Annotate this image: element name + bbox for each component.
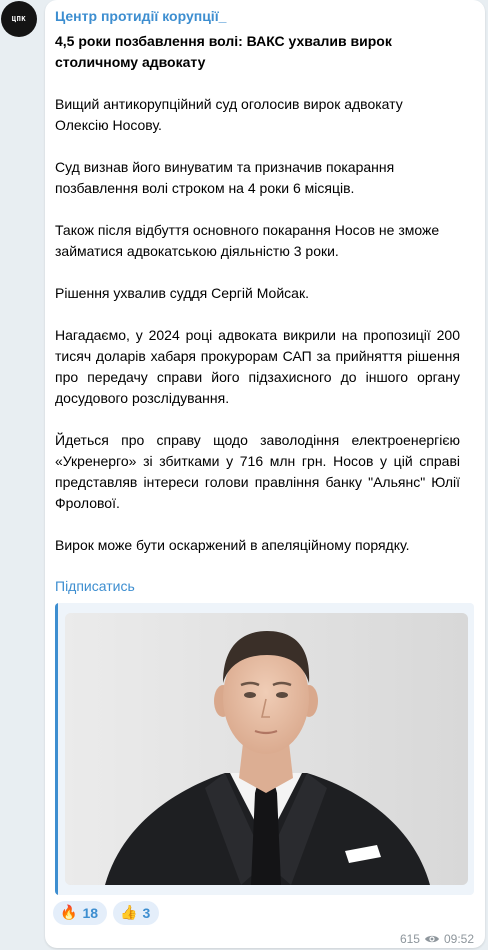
message-meta: 615 09:52 bbox=[400, 932, 474, 946]
subscribe-link[interactable]: Підписатись bbox=[55, 577, 135, 595]
reaction-thumbs-up[interactable]: 👍 3 bbox=[113, 901, 160, 925]
post-paragraph: Рішення ухвалив суддя Сергій Мойсак. bbox=[55, 285, 309, 301]
post-paragraph: Нагадаємо, у 2024 році адвоката викрили … bbox=[55, 327, 460, 406]
thumbs-up-icon: 👍 bbox=[120, 905, 138, 921]
post-paragraph: Вищий антикорупційний суд оголосив вирок… bbox=[55, 96, 403, 133]
portrait-photo-image bbox=[65, 613, 468, 885]
view-count: 615 bbox=[399, 932, 420, 946]
reaction-fire[interactable]: 🔥 18 bbox=[53, 901, 108, 925]
reactions-bar: 🔥 18 👍 3 bbox=[53, 901, 160, 925]
reaction-count: 18 bbox=[82, 905, 99, 921]
post-paragraph: Вирок може бути оскаржений в апеляційном… bbox=[55, 537, 410, 553]
media-accent-bar bbox=[55, 603, 58, 895]
channel-name[interactable]: Центр протидії корупції_ bbox=[55, 7, 226, 25]
post-body: 4,5 роки позбавлення волі: ВАКС ухвалив … bbox=[55, 31, 460, 556]
post-paragraph: Суд визнав його винуватим та призначив п… bbox=[55, 159, 395, 196]
post-title: 4,5 роки позбавлення волі: ВАКС ухвалив … bbox=[55, 33, 392, 70]
post-paragraph: Також після відбуття основного покарання… bbox=[55, 222, 440, 259]
message-time: 09:52 bbox=[443, 932, 474, 946]
message-bubble: Центр протидії корупції_ 4,5 роки позбав… bbox=[45, 0, 485, 948]
post-paragraph: Йдеться про справу щодо заволодіння елек… bbox=[55, 432, 460, 511]
fire-icon: 🔥 bbox=[60, 905, 78, 921]
reaction-count: 3 bbox=[142, 905, 151, 921]
post-photo[interactable] bbox=[65, 613, 468, 885]
channel-avatar[interactable]: ЦПК bbox=[1, 1, 37, 37]
media-preview[interactable] bbox=[55, 603, 474, 895]
eye-icon bbox=[424, 935, 439, 943]
